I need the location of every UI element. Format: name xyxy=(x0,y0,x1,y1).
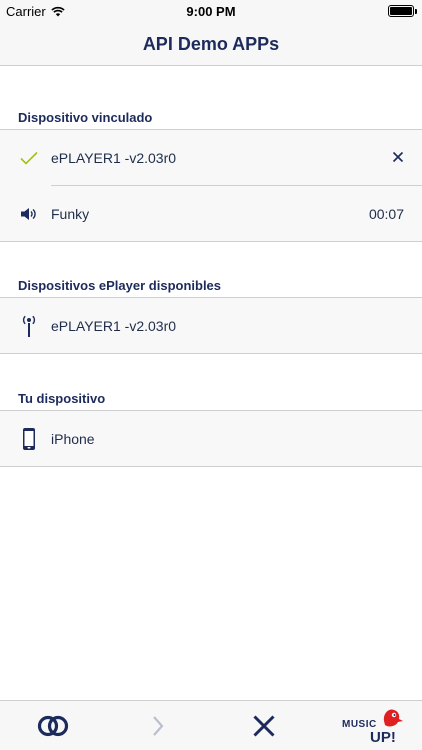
divider xyxy=(0,241,422,242)
bird-mascot-icon xyxy=(383,709,403,727)
status-time: 9:00 PM xyxy=(186,4,236,19)
link-rings-icon xyxy=(37,715,69,737)
battery-icon xyxy=(388,5,417,17)
track-name: Funky xyxy=(51,206,90,222)
antenna-icon xyxy=(22,315,35,337)
track-time: 00:07 xyxy=(368,206,404,222)
close-icon xyxy=(392,151,404,163)
chevron-right-icon xyxy=(153,716,164,736)
speaker-icon xyxy=(20,208,36,220)
unlink-button[interactable] xyxy=(392,150,422,166)
section-header-own-device: Tu dispositivo xyxy=(18,391,106,406)
now-playing-row[interactable]: Funky 00:07 xyxy=(0,186,422,242)
section-header-available-devices: Dispositivos ePlayer disponibles xyxy=(18,278,222,293)
available-device-name: ePLAYER1 -v2.03r0 xyxy=(51,318,177,334)
music-up-logo: MUSIC UP! xyxy=(340,707,410,747)
close-button[interactable] xyxy=(246,701,282,750)
navigation-bar: API Demo APPs xyxy=(0,22,422,66)
available-device-row[interactable]: ePLAYER1 -v2.03r0 xyxy=(0,298,422,354)
status-bar: Carrier 9:00 PM xyxy=(0,0,422,22)
own-device-row[interactable]: iPhone xyxy=(0,411,422,467)
close-icon xyxy=(253,715,275,737)
next-button[interactable] xyxy=(142,701,174,750)
divider xyxy=(0,466,422,467)
divider xyxy=(0,353,422,354)
link-button[interactable] xyxy=(30,701,76,750)
bottom-toolbar: MUSIC UP! xyxy=(0,700,422,750)
own-device-name: iPhone xyxy=(51,431,95,447)
linked-device-row[interactable]: ePLAYER1 -v2.03r0 xyxy=(0,130,422,186)
checkmark-icon xyxy=(19,151,38,165)
brand-text-bottom: UP! xyxy=(370,729,396,746)
smartphone-icon xyxy=(22,428,35,450)
section-header-linked-device: Dispositivo vinculado xyxy=(18,110,153,125)
page-title: API Demo APPs xyxy=(142,34,280,54)
linked-device-name: ePLAYER1 -v2.03r0 xyxy=(51,150,177,166)
